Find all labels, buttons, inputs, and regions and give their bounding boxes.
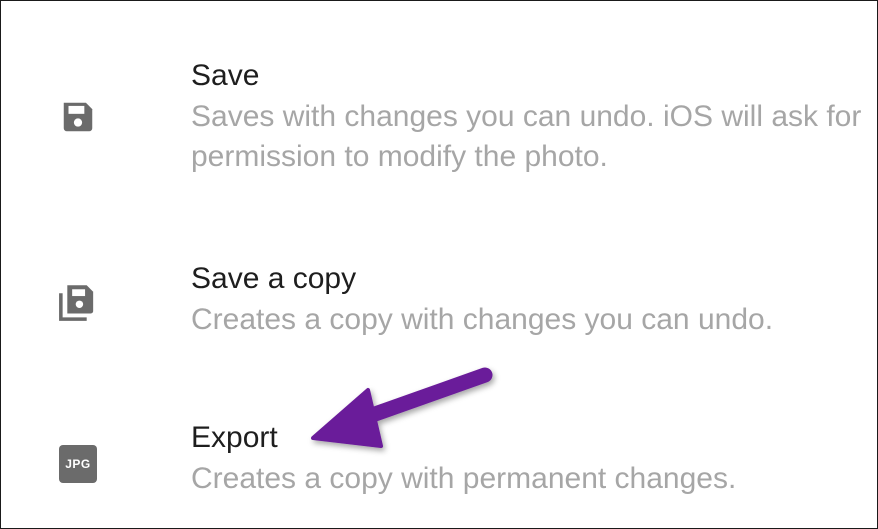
save-a-copy-option[interactable]: Save a copy Creates a copy with changes … — [1, 241, 877, 361]
save-icon — [59, 98, 97, 136]
export-description: Creates a copy with permanent changes. — [191, 462, 737, 495]
export-title: Export — [191, 421, 278, 454]
jpg-icon: JPG — [59, 445, 97, 483]
export-option[interactable]: JPG Export Creates a copy with permanent… — [1, 401, 877, 528]
save-option[interactable]: Save Saves with changes you can undo. iO… — [1, 41, 877, 211]
save-title: Save — [191, 59, 260, 92]
save-description: Saves with changes you can undo. iOS wil… — [191, 100, 862, 173]
save-a-copy-description: Creates a copy with changes you can undo… — [191, 303, 774, 336]
save-options-menu: Save Saves with changes you can undo. iO… — [0, 0, 878, 529]
save-a-copy-title: Save a copy — [191, 262, 357, 295]
save-copy-icon — [56, 282, 98, 324]
